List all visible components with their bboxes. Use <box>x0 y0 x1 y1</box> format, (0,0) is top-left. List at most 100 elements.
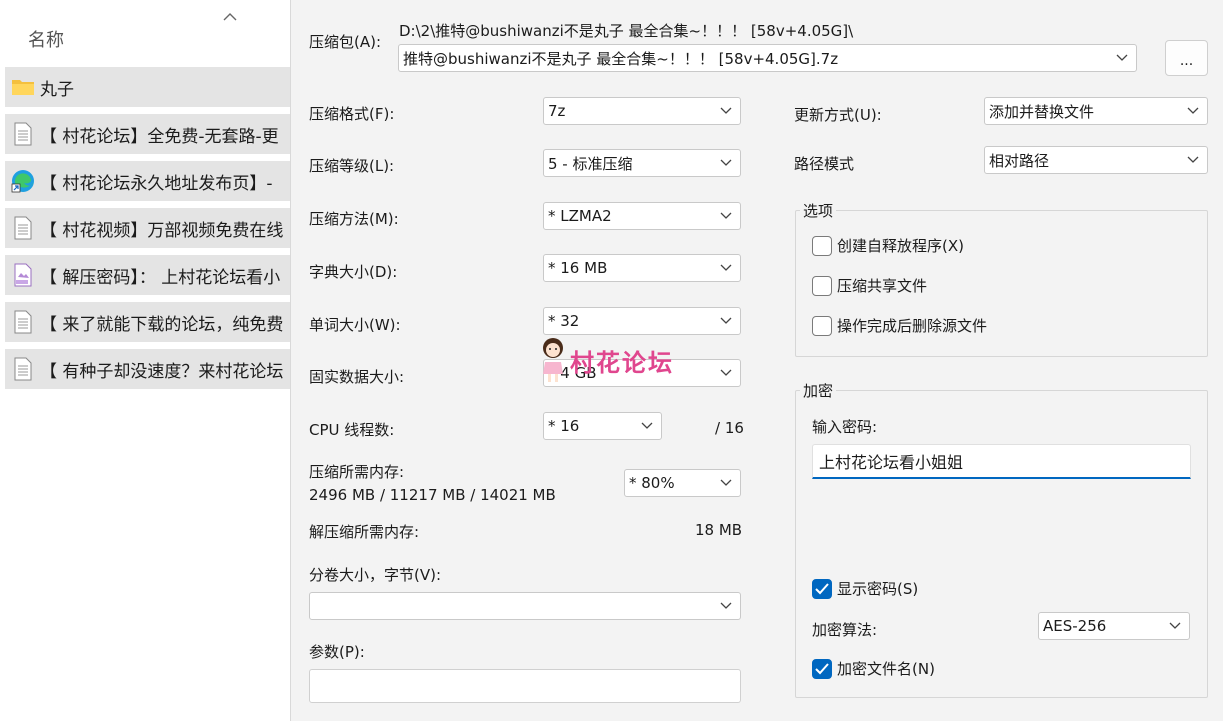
password-input[interactable]: 上村花论坛看小姐姐 <box>812 444 1191 479</box>
checkmark-icon <box>815 662 829 674</box>
method-label: 压缩方法(M): <box>309 210 399 228</box>
path-mode-label: 路径模式 <box>794 155 855 173</box>
name-column-header[interactable]: 名称 <box>28 26 64 52</box>
cpu-threads-select[interactable]: * 16 <box>543 412 662 440</box>
password-label: 输入密码: <box>812 418 878 436</box>
chevron-down-icon <box>720 264 732 271</box>
file-name: 【 有种子却没速度？来村花论坛 <box>40 361 284 382</box>
file-name: 丸子 <box>40 79 74 100</box>
path-mode-select[interactable]: 相对路径 <box>984 146 1208 174</box>
encryption-method-value: AES-256 <box>1043 617 1107 635</box>
dict-select[interactable]: * 16 MB <box>543 254 741 282</box>
encrypt-names-option[interactable]: 加密文件名(N) <box>812 658 935 679</box>
shared-files-option[interactable]: 压缩共享文件 <box>812 275 927 296</box>
chevron-down-icon <box>1169 622 1181 629</box>
file-name: 【 村花视频】万部视频免费在线 <box>40 220 284 241</box>
chevron-down-icon <box>720 212 732 219</box>
file-list-item[interactable]: 【 解压密码】： 上村花论坛看小 <box>5 255 290 295</box>
word-label: 单词大小(W): <box>309 316 401 334</box>
delete-after-label: 操作完成后删除源文件 <box>837 317 988 335</box>
method-select[interactable]: * LZMA2 <box>543 202 741 230</box>
encrypt-names-label: 加密文件名(N) <box>837 660 935 678</box>
file-name: 【 村花论坛】全免费-无套路-更 <box>40 126 279 147</box>
show-password-checkbox[interactable] <box>812 578 832 599</box>
chevron-down-icon <box>720 369 732 376</box>
params-input[interactable] <box>309 669 741 703</box>
options-group-title: 选项 <box>800 200 837 221</box>
jpg-file-icon <box>10 262 36 288</box>
file-list-item[interactable]: 【 村花论坛永久地址发布页】- <box>5 161 290 201</box>
chevron-down-icon <box>720 479 732 486</box>
chevron-down-icon <box>1187 107 1199 114</box>
mem-comp-label: 压缩所需内存: <box>309 463 405 481</box>
file-name: 【 来了就能下载的论坛，纯免费 <box>40 314 284 335</box>
chevron-down-icon <box>720 107 732 114</box>
sfx-option[interactable]: 创建自释放程序(X) <box>812 235 964 256</box>
format-select[interactable]: 7z <box>543 97 741 125</box>
volume-label: 分卷大小，字节(V): <box>309 566 442 584</box>
level-label: 压缩等级(L): <box>309 157 395 175</box>
show-password-label: 显示密码(S) <box>837 580 919 598</box>
cpu-label: CPU 线程数: <box>309 421 395 439</box>
chevron-down-icon <box>1116 54 1128 61</box>
shared-files-checkbox[interactable] <box>812 275 832 296</box>
mem-usage-value: * 80% <box>629 474 675 492</box>
add-to-archive-dialog: 压缩包(A): D:\2\推特@bushiwanzi不是丸子 最全合集~！！！ … <box>290 0 1223 721</box>
forum-watermark: 村花论坛 <box>538 336 674 384</box>
chevron-down-icon <box>720 317 732 324</box>
level-value: 5 - 标准压缩 <box>548 154 633 173</box>
update-mode-select[interactable]: 添加并替换文件 <box>984 97 1208 125</box>
archive-label: 压缩包(A): <box>309 33 382 51</box>
delete-after-option[interactable]: 操作完成后删除源文件 <box>812 315 987 336</box>
chevron-down-icon <box>720 159 732 166</box>
sfx-checkbox[interactable] <box>812 235 832 256</box>
delete-after-checkbox[interactable] <box>812 315 832 336</box>
format-label: 压缩格式(F): <box>309 105 395 123</box>
chevron-down-icon <box>1187 156 1199 163</box>
file-list-item[interactable]: 【 来了就能下载的论坛，纯免费 <box>5 302 290 342</box>
archive-name-value: 推特@bushiwanzi不是丸子 最全合集~！！！ [58v+4.05G].7… <box>403 49 839 68</box>
file-name: 【 解压密码】： 上村花论坛看小 <box>40 267 281 288</box>
update-mode-value: 添加并替换文件 <box>989 102 1095 121</box>
volume-size-combo[interactable] <box>309 592 741 620</box>
cpu-threads-value: * 16 <box>548 417 580 435</box>
file-name: 【 村花论坛永久地址发布页】- <box>40 173 273 194</box>
mem-comp-detail: 2496 MB / 11217 MB / 14021 MB <box>309 486 556 504</box>
file-list-item[interactable]: 【 有种子却没速度？来村花论坛 <box>5 349 290 389</box>
file-explorer-panel: 名称 丸子 【 村花论坛】全免费-无套路-更 【 村花论坛永久地址发布页】- 【… <box>0 0 290 721</box>
browse-button[interactable]: ... <box>1165 40 1208 76</box>
checkmark-icon <box>815 582 829 594</box>
solid-label: 固实数据大小: <box>309 368 405 386</box>
text-file-icon <box>10 309 36 335</box>
chevron-down-icon <box>720 602 732 609</box>
mem-decomp-label: 解压缩所需内存: <box>309 523 420 541</box>
file-list-item[interactable]: 【 村花视频】万部视频免费在线 <box>5 208 290 248</box>
mem-decomp-value: 18 MB <box>695 521 743 539</box>
method-value: * LZMA2 <box>548 207 612 225</box>
watermark-text: 村花论坛 <box>570 348 674 377</box>
mem-usage-select[interactable]: * 80% <box>624 469 741 497</box>
show-password-option[interactable]: 显示密码(S) <box>812 578 918 599</box>
folder-icon <box>10 74 36 100</box>
word-select[interactable]: * 32 <box>543 307 741 335</box>
encryption-method-label: 加密算法: <box>812 621 878 639</box>
chevron-down-icon <box>641 422 653 429</box>
edge-shortcut-icon <box>10 168 36 194</box>
encrypt-names-checkbox[interactable] <box>812 658 832 679</box>
file-list-item[interactable]: 【 村花论坛】全免费-无套路-更 <box>5 114 290 154</box>
girl-mascot-icon <box>543 338 563 382</box>
text-file-icon <box>10 356 36 382</box>
sfx-label: 创建自释放程序(X) <box>837 237 964 255</box>
encryption-method-select[interactable]: AES-256 <box>1038 612 1190 640</box>
sort-up-chevron-icon <box>223 13 237 21</box>
archive-name-combo[interactable]: 推特@bushiwanzi不是丸子 最全合集~！！！ [58v+4.05G].7… <box>398 44 1137 72</box>
text-file-icon <box>10 215 36 241</box>
params-label: 参数(P): <box>309 643 365 661</box>
archive-folder-path: D:\2\推特@bushiwanzi不是丸子 最全合集~！！！ [58v+4.0… <box>399 22 854 40</box>
dict-value: * 16 MB <box>548 259 608 277</box>
format-value: 7z <box>548 102 566 120</box>
level-select[interactable]: 5 - 标准压缩 <box>543 149 741 177</box>
cpu-threads-total: / 16 <box>715 419 744 437</box>
file-list-item[interactable]: 丸子 <box>5 67 290 107</box>
encryption-group-title: 加密 <box>800 380 837 401</box>
